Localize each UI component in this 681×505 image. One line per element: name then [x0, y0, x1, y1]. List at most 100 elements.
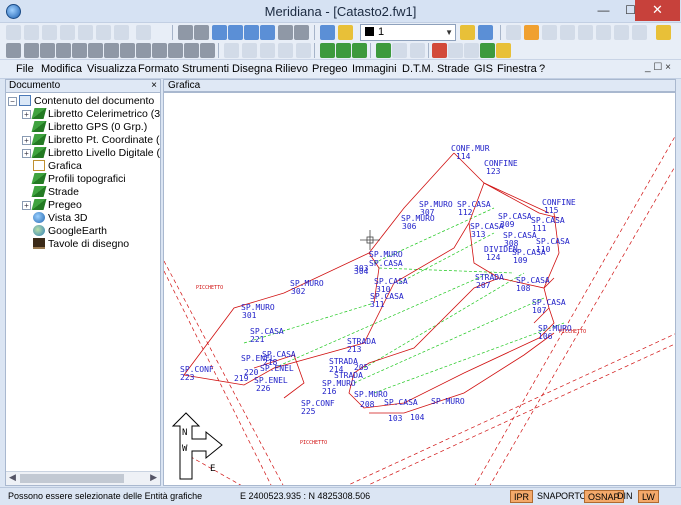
drawing-canvas[interactable]: CONF.MUR 114 CONFINE 123 CONFINE 115 SP.MUR…	[163, 92, 676, 486]
offset-icon[interactable]	[224, 43, 239, 58]
zoom-out-icon[interactable]	[244, 25, 259, 40]
sort-icon[interactable]	[60, 25, 75, 40]
expand-icon[interactable]: +	[22, 201, 31, 210]
extend-icon[interactable]	[260, 43, 275, 58]
tree-item-googleearth[interactable]: GoogleEarth	[33, 225, 107, 238]
linetype-icon[interactable]	[460, 25, 475, 40]
layer-manager-icon[interactable]	[478, 25, 493, 40]
undo-icon[interactable]	[178, 25, 193, 40]
text-icon[interactable]	[136, 43, 151, 58]
horizontal-scrollbar[interactable]: ◀ ▶	[6, 471, 160, 485]
point-icon[interactable]	[6, 43, 21, 58]
target-icon[interactable]	[614, 25, 629, 40]
select-icon[interactable]	[114, 25, 129, 40]
menu-strumenti[interactable]: Strumenti	[182, 63, 229, 75]
pencil-icon[interactable]	[656, 25, 671, 40]
join-icon[interactable]	[296, 43, 311, 58]
menu-pregeo[interactable]: Pregeo	[312, 63, 347, 75]
circle-icon[interactable]	[542, 25, 557, 40]
fill-icon[interactable]	[392, 43, 407, 58]
expand-icon[interactable]: +	[22, 110, 31, 119]
toggle-ipr[interactable]: IPR	[510, 490, 534, 503]
grid-icon[interactable]	[524, 25, 539, 40]
pregeo-icon[interactable]	[432, 43, 447, 58]
layers-icon[interactable]	[320, 25, 335, 40]
menu-gis[interactable]: GIS	[474, 63, 493, 75]
scrollbar-thumb[interactable]	[20, 474, 124, 483]
edit-icon[interactable]	[410, 43, 425, 58]
menu-file[interactable]: File	[16, 63, 34, 75]
tree-item-libretto-coordinate[interactable]: + Libretto Pt. Coordinate (0 G	[22, 134, 160, 147]
cut-icon[interactable]	[6, 25, 21, 40]
property-icon[interactable]	[136, 25, 151, 40]
scroll-right-icon[interactable]: ▶	[150, 472, 157, 483]
target-point-icon[interactable]	[352, 43, 367, 58]
close-panel-icon[interactable]: ×	[151, 80, 157, 92]
expand-icon[interactable]: +	[22, 136, 31, 145]
expand-icon[interactable]: +	[22, 149, 31, 158]
circle-draw-icon[interactable]	[88, 43, 103, 58]
menu-immagini[interactable]: Immagini	[352, 63, 397, 75]
dtm-icon[interactable]	[480, 43, 495, 58]
measure-icon[interactable]	[632, 25, 647, 40]
menu-help[interactable]: ?	[539, 63, 545, 75]
menu-modifica[interactable]: Modifica	[41, 63, 82, 75]
find-icon[interactable]	[78, 25, 93, 40]
zoom-in-icon[interactable]	[228, 25, 243, 40]
snap-icon[interactable]	[506, 25, 521, 40]
block-icon[interactable]	[168, 43, 183, 58]
polyline-tool-icon[interactable]	[578, 25, 593, 40]
line-icon[interactable]	[24, 43, 39, 58]
layer-state-icon[interactable]	[338, 25, 353, 40]
hatch-icon[interactable]	[152, 43, 167, 58]
tree-item-vista3d[interactable]: Vista 3D	[33, 212, 88, 225]
survey-point-icon[interactable]	[320, 43, 335, 58]
menu-formato[interactable]: Formato	[138, 63, 179, 75]
parcel-icon[interactable]	[376, 43, 391, 58]
trim-icon[interactable]	[242, 43, 257, 58]
break-icon[interactable]	[278, 43, 293, 58]
frame-icon[interactable]	[184, 43, 199, 58]
close-button[interactable]: ✕	[635, 0, 680, 21]
copy-icon[interactable]	[24, 25, 39, 40]
zoom-extents-icon[interactable]	[260, 25, 275, 40]
menu-finestra[interactable]: Finestra	[497, 63, 537, 75]
polygon-icon[interactable]	[104, 43, 119, 58]
tree-item-tavole[interactable]: Tavole di disegno	[33, 238, 129, 251]
settings-icon[interactable]	[464, 43, 479, 58]
toggle-din[interactable]: DIN	[614, 490, 636, 503]
cursor-icon[interactable]	[120, 43, 135, 58]
polyline-icon[interactable]	[40, 43, 55, 58]
mdi-window-controls[interactable]: _ ☐ ×	[645, 62, 671, 73]
layer-select[interactable]: 1 ▼	[360, 24, 456, 41]
redo-icon[interactable]	[194, 25, 209, 40]
menu-visualizza[interactable]: Visualizza	[87, 63, 136, 75]
list-icon[interactable]	[448, 43, 463, 58]
menu-dtm[interactable]: D.T.M.	[402, 63, 434, 75]
tree-item-grafica[interactable]: Grafica	[33, 160, 82, 173]
station-icon[interactable]	[336, 43, 351, 58]
line-tool-icon[interactable]	[560, 25, 575, 40]
tree-item-strade[interactable]: Strade	[31, 186, 79, 199]
image-icon[interactable]	[200, 43, 215, 58]
toggle-lw[interactable]: LW	[638, 490, 659, 503]
redraw-icon[interactable]	[294, 25, 309, 40]
menu-rilievo[interactable]: Rilievo	[275, 63, 308, 75]
zoom-window-icon[interactable]	[212, 25, 227, 40]
collapse-icon[interactable]: −	[8, 97, 17, 106]
tree-item-libretto-livello[interactable]: + Libretto Livello Digitale (0 (	[22, 147, 160, 160]
drawing-svg[interactable]: CONF.MUR 114 CONFINE 123 CONFINE 115 SP.MUR…	[164, 93, 676, 486]
pan-icon[interactable]	[278, 25, 293, 40]
delete-icon[interactable]	[596, 25, 611, 40]
minimize-button[interactable]: —	[590, 0, 617, 21]
tree-item-libretto-celerimetrico[interactable]: + Libretto Celerimetrico (3 La	[22, 108, 160, 121]
arc-icon[interactable]	[56, 43, 71, 58]
curve-icon[interactable]	[72, 43, 87, 58]
replace-icon[interactable]	[96, 25, 111, 40]
scroll-left-icon[interactable]: ◀	[9, 472, 16, 483]
tree-item-profili[interactable]: Profili topografici	[31, 173, 126, 186]
palette-icon[interactable]	[496, 43, 511, 58]
menu-strade[interactable]: Strade	[437, 63, 469, 75]
menu-disegna[interactable]: Disegna	[232, 63, 272, 75]
paste-icon[interactable]	[42, 25, 57, 40]
